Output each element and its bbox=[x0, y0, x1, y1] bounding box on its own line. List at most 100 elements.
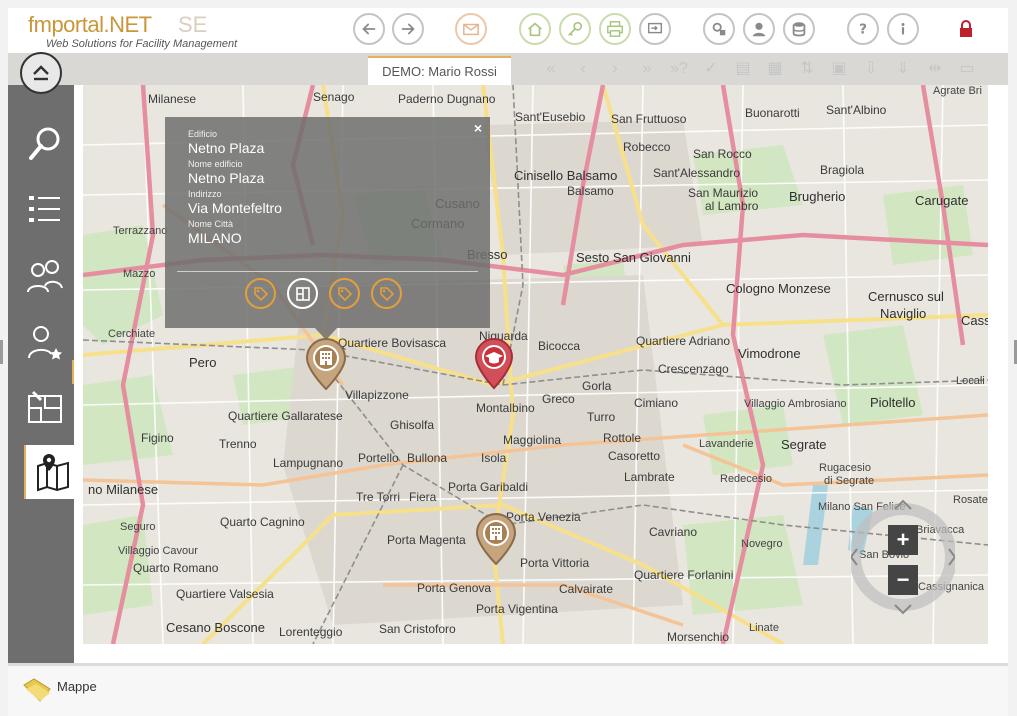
sidebar-item-users[interactable] bbox=[16, 249, 74, 303]
lock-icon[interactable] bbox=[958, 20, 974, 38]
map-place-label: Tre Torri bbox=[356, 490, 401, 504]
map-place-label: Montalbino bbox=[476, 401, 535, 415]
map-place-label: Isola bbox=[481, 451, 507, 465]
last-record-icon[interactable]: » bbox=[636, 59, 658, 79]
check-icon[interactable]: ✓ bbox=[700, 59, 722, 79]
map-place-label: Pioltello bbox=[870, 395, 916, 410]
map-place-label: Crescenzago bbox=[658, 362, 729, 376]
save-icon[interactable]: ▣ bbox=[828, 59, 850, 79]
search-icon bbox=[29, 127, 60, 160]
sidebar-item-list[interactable] bbox=[16, 183, 74, 237]
popup-action-1-button[interactable] bbox=[245, 278, 276, 309]
sidebar-item-search[interactable] bbox=[16, 117, 74, 171]
map-place-label: Bragiola bbox=[820, 163, 865, 177]
settings-icon bbox=[712, 22, 726, 36]
previous-record-icon[interactable]: ‹ bbox=[572, 59, 594, 79]
mail-icon bbox=[463, 23, 479, 36]
map-place-label: Quartiere Valsesia bbox=[176, 587, 274, 601]
sort-icon[interactable]: ⇅ bbox=[796, 59, 818, 79]
svg-text:?: ? bbox=[859, 22, 867, 38]
left-sidebar bbox=[8, 85, 82, 663]
map-canvas[interactable]: Milanese Senago Paderno Dugnano Sant'Eusebi… bbox=[83, 85, 988, 644]
key-button[interactable] bbox=[559, 13, 591, 45]
map-place-label: Trenno bbox=[219, 437, 257, 451]
map-place-label: Cass bbox=[961, 313, 988, 328]
building-marker-center[interactable] bbox=[475, 513, 517, 565]
zoom-in-button[interactable]: + bbox=[888, 525, 918, 555]
map-place-label: Cesano Boscone bbox=[166, 620, 266, 635]
popup-action-3-button[interactable] bbox=[329, 278, 360, 309]
map-place-label: Linate bbox=[749, 622, 779, 634]
popup-nome-edificio-value: Netno Plaza bbox=[188, 170, 265, 186]
building-marker-netno-plaza[interactable] bbox=[305, 338, 347, 390]
help-icon: ? bbox=[859, 22, 867, 38]
map-place-label: San Fruttuoso bbox=[611, 112, 687, 126]
back-button[interactable] bbox=[353, 13, 385, 45]
map-place-label: Buonarotti bbox=[745, 106, 800, 120]
users-icon bbox=[27, 260, 63, 293]
map-place-label: al Lambro bbox=[705, 199, 759, 213]
edit-grid-icon[interactable]: ▤ bbox=[732, 59, 754, 79]
map-place-label: di Segrate bbox=[824, 475, 875, 487]
map-place-label: Cavriano bbox=[649, 525, 698, 539]
query-icon[interactable]: »? bbox=[668, 59, 690, 79]
back-arrow-icon bbox=[362, 23, 376, 35]
user-button[interactable] bbox=[743, 13, 775, 45]
map-place-label: Cinisello Balsamo bbox=[514, 168, 618, 183]
sidebar-item-user-favorites[interactable] bbox=[16, 315, 74, 369]
first-record-icon[interactable]: « bbox=[540, 59, 562, 79]
map-place-label: Rugacesio bbox=[819, 462, 871, 474]
popup-action-2-button[interactable] bbox=[287, 278, 318, 309]
app-header: fmportal.NET SE Web Solutions for Facili… bbox=[8, 8, 1008, 53]
info-button[interactable] bbox=[887, 13, 919, 45]
database-button[interactable] bbox=[783, 13, 815, 45]
database-icon bbox=[792, 22, 806, 37]
download-all-icon[interactable]: ⇓ bbox=[892, 59, 914, 79]
map-place-label: San Cristoforo bbox=[379, 622, 456, 636]
map-place-label: Porta Magenta bbox=[387, 533, 466, 547]
collapse-button[interactable] bbox=[20, 52, 62, 94]
next-record-icon[interactable]: › bbox=[604, 59, 626, 79]
map-place-label: Villapizzone bbox=[345, 388, 409, 402]
map-place-label: Sesto San Giovanni bbox=[576, 250, 691, 265]
tag-icon bbox=[379, 286, 394, 301]
forward-button[interactable] bbox=[392, 13, 424, 45]
logo-tagline: Web Solutions for Facility Management bbox=[46, 38, 238, 50]
disk-icon[interactable]: ▭ bbox=[956, 59, 978, 79]
popup-citta-value: MILANO bbox=[188, 230, 242, 246]
map-place-label: Ghisolfa bbox=[390, 418, 435, 432]
print-button[interactable] bbox=[599, 13, 631, 45]
help-button[interactable]: ? bbox=[847, 13, 879, 45]
map-place-label: Redecesio bbox=[720, 473, 772, 485]
map-place-label: Novegro bbox=[741, 538, 783, 550]
split-icon[interactable]: ⇹ bbox=[924, 59, 946, 79]
grid-icon[interactable]: ▦ bbox=[764, 59, 786, 79]
close-icon[interactable]: × bbox=[474, 120, 482, 136]
home-button[interactable] bbox=[519, 13, 551, 45]
left-edge-handle[interactable] bbox=[0, 340, 3, 364]
download-icon[interactable]: ⇩ bbox=[860, 59, 882, 79]
map-place-label: Maggiolina bbox=[503, 433, 562, 447]
settings-button[interactable] bbox=[703, 13, 735, 45]
map-place-label: Porta Garibaldi bbox=[448, 480, 529, 494]
map-place-label: Sant'Eusebio bbox=[515, 110, 586, 124]
map-place-label: San Rocco bbox=[693, 147, 752, 161]
mail-button[interactable] bbox=[455, 13, 487, 45]
tab-demo-user[interactable]: DEMO: Mario Rossi bbox=[368, 56, 511, 85]
sidebar-item-floorplan[interactable] bbox=[16, 381, 74, 435]
zoom-out-button[interactable]: − bbox=[888, 565, 918, 595]
map-place-label: Villaggio Cavour bbox=[118, 545, 198, 557]
popup-action-4-button[interactable] bbox=[371, 278, 402, 309]
popup-actions bbox=[245, 278, 402, 309]
map-place-label: Mazzo bbox=[123, 268, 156, 280]
school-marker[interactable] bbox=[474, 338, 514, 390]
pan-control[interactable] bbox=[851, 497, 955, 617]
map-place-label: Calvairate bbox=[559, 582, 614, 596]
home-icon bbox=[528, 22, 542, 37]
map-place-label: Porta Genova bbox=[417, 581, 492, 595]
floorplan-detail-icon bbox=[295, 286, 310, 301]
popup-indirizzo-value: Via Montefeltro bbox=[188, 200, 282, 216]
popup-indirizzo-label: Indirizzo bbox=[188, 189, 222, 199]
export-button[interactable] bbox=[639, 13, 671, 45]
info-icon bbox=[901, 23, 905, 35]
